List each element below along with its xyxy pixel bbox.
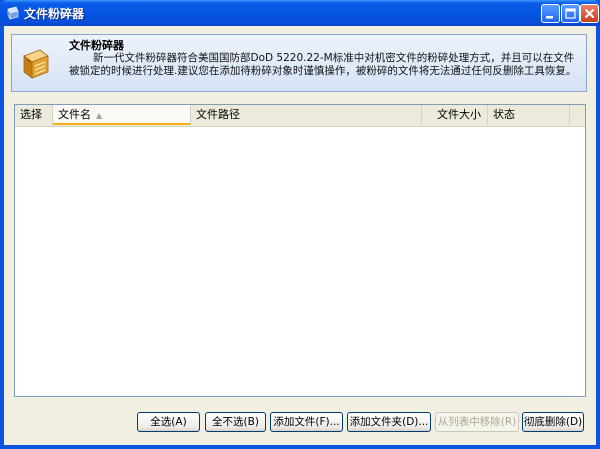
column-label: 文件大小 bbox=[437, 108, 481, 121]
column-label: 文件路径 bbox=[196, 108, 240, 121]
maximize-button[interactable] bbox=[561, 4, 580, 23]
column-header-filler bbox=[570, 105, 585, 125]
add-file-button[interactable]: 添加文件(F)... bbox=[270, 412, 343, 432]
column-label: 状态 bbox=[493, 108, 515, 121]
list-header: 选择 文件名 ▲ 文件路径 文件大小 状态 bbox=[15, 105, 585, 127]
info-panel: 文件粉碎器 新一代文件粉碎器符合美国国防部DoD 5220.22-M标准中对机密… bbox=[11, 34, 587, 92]
title-bar[interactable]: 文件粉碎器 bbox=[0, 0, 600, 26]
file-list[interactable]: 选择 文件名 ▲ 文件路径 文件大小 状态 bbox=[14, 104, 586, 397]
column-header-select[interactable]: 选择 bbox=[15, 105, 53, 125]
select-none-button[interactable]: 全不选(B) bbox=[205, 412, 266, 432]
column-label: 文件名 bbox=[58, 108, 91, 121]
shred-button[interactable]: 彻底删除(D) bbox=[522, 412, 584, 432]
sort-ascending-icon: ▲ bbox=[96, 111, 103, 120]
window-title: 文件粉碎器 bbox=[24, 7, 85, 21]
close-icon bbox=[584, 8, 595, 19]
shredder-app-icon bbox=[7, 6, 19, 20]
column-header-filename[interactable]: 文件名 ▲ bbox=[53, 105, 191, 125]
column-header-filepath[interactable]: 文件路径 bbox=[191, 105, 422, 125]
remove-from-list-button[interactable]: 从列表中移除(R) bbox=[435, 412, 519, 432]
add-folder-button[interactable]: 添加文件夹(D)... bbox=[347, 412, 431, 432]
client-area: 文件粉碎器 新一代文件粉碎器符合美国国防部DoD 5220.22-M标准中对机密… bbox=[4, 26, 596, 445]
shredder-icon bbox=[23, 49, 49, 79]
close-button[interactable] bbox=[580, 4, 599, 23]
minimize-icon bbox=[546, 16, 553, 19]
info-title: 文件粉碎器 bbox=[69, 39, 124, 52]
select-all-button[interactable]: 全选(A) bbox=[137, 412, 200, 432]
info-description: 新一代文件粉碎器符合美国国防部DoD 5220.22-M标准中对机密文件的粉碎处… bbox=[69, 52, 577, 77]
column-header-status[interactable]: 状态 bbox=[488, 105, 570, 125]
maximize-icon bbox=[565, 8, 576, 19]
minimize-button[interactable] bbox=[541, 4, 560, 23]
column-header-filesize[interactable]: 文件大小 bbox=[422, 105, 488, 125]
column-label: 选择 bbox=[20, 108, 42, 121]
app-window: 文件粉碎器 文件粉碎器 新一代文件粉碎器符合美国国防部DoD 5220.22-M… bbox=[0, 0, 600, 449]
